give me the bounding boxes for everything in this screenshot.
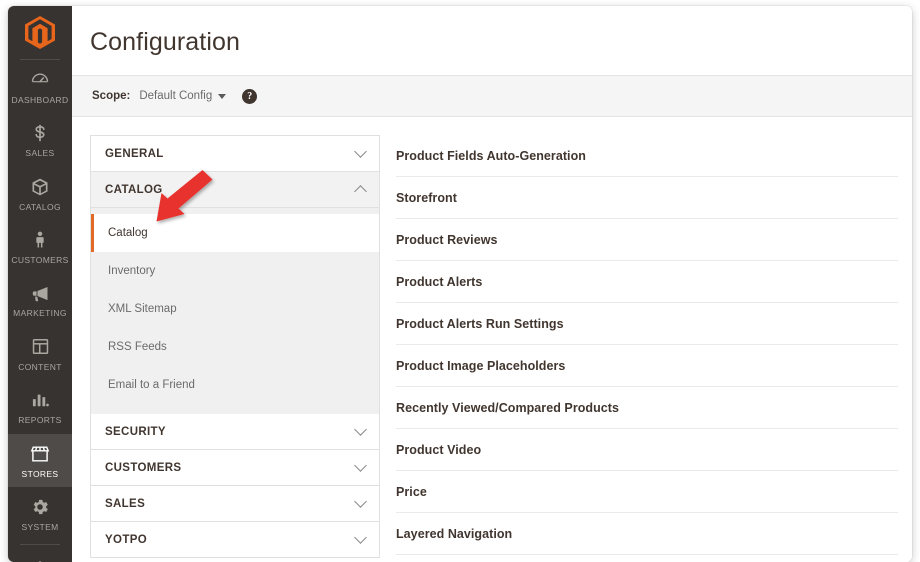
section-label: Price (396, 484, 427, 499)
sidebar-item-sales[interactable]: SALES (8, 113, 72, 166)
sidebar-item-label: SALES (25, 148, 55, 159)
config-group-label: YOTPO (105, 533, 148, 546)
magento-logo-icon (25, 15, 55, 49)
dollar-icon (29, 122, 51, 144)
storefront-icon (29, 443, 51, 465)
scope-bar: Scope: Default Config ? (72, 75, 912, 117)
sidebar-item-label: CUSTOMERS (11, 255, 69, 266)
layout-icon (29, 336, 51, 358)
bar-chart-icon (29, 389, 51, 411)
page-header: Configuration (72, 6, 912, 75)
sidebar-item-label: CONTENT (18, 361, 62, 372)
config-subitem-xml-sitemap[interactable]: XML Sitemap (91, 290, 379, 328)
gear-icon (29, 496, 51, 518)
sidebar-item-customers[interactable]: CUSTOMERS (8, 220, 72, 273)
section-row[interactable]: Storefront (396, 177, 898, 219)
magento-logo[interactable] (8, 6, 72, 58)
config-group-catalog-items: Catalog Inventory XML Sitemap RSS Feeds … (91, 208, 379, 414)
sidebar-item-content[interactable]: CONTENT (8, 327, 72, 380)
sidebar-item-marketing[interactable]: MARKETING (8, 273, 72, 326)
chevron-down-icon (354, 495, 367, 508)
admin-sidebar: DASHBOARD SALES CATALOG CUSTOMERS MARKET… (8, 6, 72, 562)
main-content: Configuration Scope: Default Config ? GE… (72, 6, 912, 562)
config-group-customers[interactable]: CUSTOMERS (91, 450, 379, 486)
chevron-up-icon (354, 184, 367, 198)
config-group-security[interactable]: SECURITY (91, 414, 379, 450)
config-group-sales[interactable]: SALES (91, 486, 379, 522)
section-label: Storefront (396, 190, 457, 205)
config-group-yotpo[interactable]: YOTPO (91, 522, 379, 558)
box-icon (29, 176, 51, 198)
package-icon (29, 558, 51, 562)
sidebar-item-dashboard[interactable]: DASHBOARD (8, 60, 72, 113)
section-row[interactable]: Recently Viewed/Compared Products (396, 387, 898, 429)
sidebar-item-label: STORES (21, 468, 59, 479)
chevron-down-icon (354, 423, 367, 436)
config-subitem-rss-feeds[interactable]: RSS Feeds (91, 328, 379, 366)
section-row[interactable]: Layered Navigation (396, 513, 898, 555)
configuration-body: GENERAL CATALOG Catalog Inventory XML Si (72, 117, 912, 562)
admin-window: DASHBOARD SALES CATALOG CUSTOMERS MARKET… (8, 6, 912, 562)
sidebar-item-catalog[interactable]: CATALOG (8, 167, 72, 220)
sidebar-item-reports[interactable]: REPORTS (8, 380, 72, 433)
scope-label: Scope: (92, 90, 131, 102)
config-subitem-catalog[interactable]: Catalog (91, 214, 379, 252)
config-group-catalog[interactable]: CATALOG (91, 172, 379, 208)
section-label: Product Fields Auto-Generation (396, 148, 586, 163)
chevron-down-icon (354, 531, 367, 544)
page-title: Configuration (90, 28, 241, 56)
section-row[interactable]: Product Reviews (396, 219, 898, 261)
section-row[interactable]: Product Alerts Run Settings (396, 303, 898, 345)
person-icon (29, 229, 51, 251)
config-subitem-label: Email to a Friend (108, 379, 195, 391)
section-label: Product Video (396, 442, 482, 457)
config-group-label: SECURITY (105, 425, 166, 438)
config-group-label: SALES (105, 497, 146, 510)
config-subitem-label: Inventory (108, 265, 156, 277)
sidebar-divider-bottom (20, 544, 60, 546)
config-sections-list: Product Fields Auto-Generation Storefron… (396, 135, 912, 562)
section-label: Product Reviews (396, 232, 498, 247)
sidebar-item-label: REPORTS (18, 415, 62, 426)
scope-switcher[interactable]: Default Config (139, 90, 227, 102)
config-subitem-label: RSS Feeds (108, 341, 167, 353)
section-row[interactable]: Product Image Placeholders (396, 345, 898, 387)
section-label: Product Alerts Run Settings (396, 316, 564, 331)
section-row[interactable]: Product Fields Auto-Generation (396, 135, 898, 177)
section-row[interactable]: Product Video (396, 429, 898, 471)
dashboard-icon (29, 69, 51, 91)
section-row[interactable]: Price (396, 471, 898, 513)
sidebar-item-find-partners[interactable]: FIND PARTNERS & EXTENSIONS (8, 549, 72, 562)
section-label: Layered Navigation (396, 526, 513, 541)
config-group-label: CUSTOMERS (105, 461, 182, 474)
chevron-down-icon (354, 145, 367, 158)
config-subitem-inventory[interactable]: Inventory (91, 252, 379, 290)
config-group-label: GENERAL (105, 147, 164, 160)
config-subitem-label: XML Sitemap (108, 303, 177, 315)
config-subitem-email-to-a-friend[interactable]: Email to a Friend (91, 366, 379, 404)
scope-value-text: Default Config (139, 90, 213, 102)
help-icon[interactable]: ? (242, 88, 258, 104)
section-row[interactable]: Product Alerts (396, 261, 898, 303)
megaphone-icon (29, 282, 51, 304)
config-section-nav: GENERAL CATALOG Catalog Inventory XML Si (90, 135, 380, 558)
section-label: Recently Viewed/Compared Products (396, 400, 620, 415)
sidebar-item-label: SYSTEM (21, 521, 59, 532)
chevron-down-icon (354, 459, 367, 472)
config-subitem-label: Catalog (108, 227, 148, 239)
sidebar-item-label: CATALOG (19, 201, 61, 212)
sidebar-item-stores[interactable]: STORES (8, 433, 72, 487)
config-group-general[interactable]: GENERAL (91, 136, 379, 172)
sidebar-item-system[interactable]: SYSTEM (8, 487, 72, 540)
chevron-down-icon (218, 94, 227, 99)
section-label: Product Alerts (396, 274, 483, 289)
section-label: Product Image Placeholders (396, 358, 566, 373)
config-group-label: CATALOG (105, 183, 163, 196)
sidebar-item-label: DASHBOARD (11, 95, 69, 105)
sidebar-item-label: MARKETING (13, 308, 67, 319)
